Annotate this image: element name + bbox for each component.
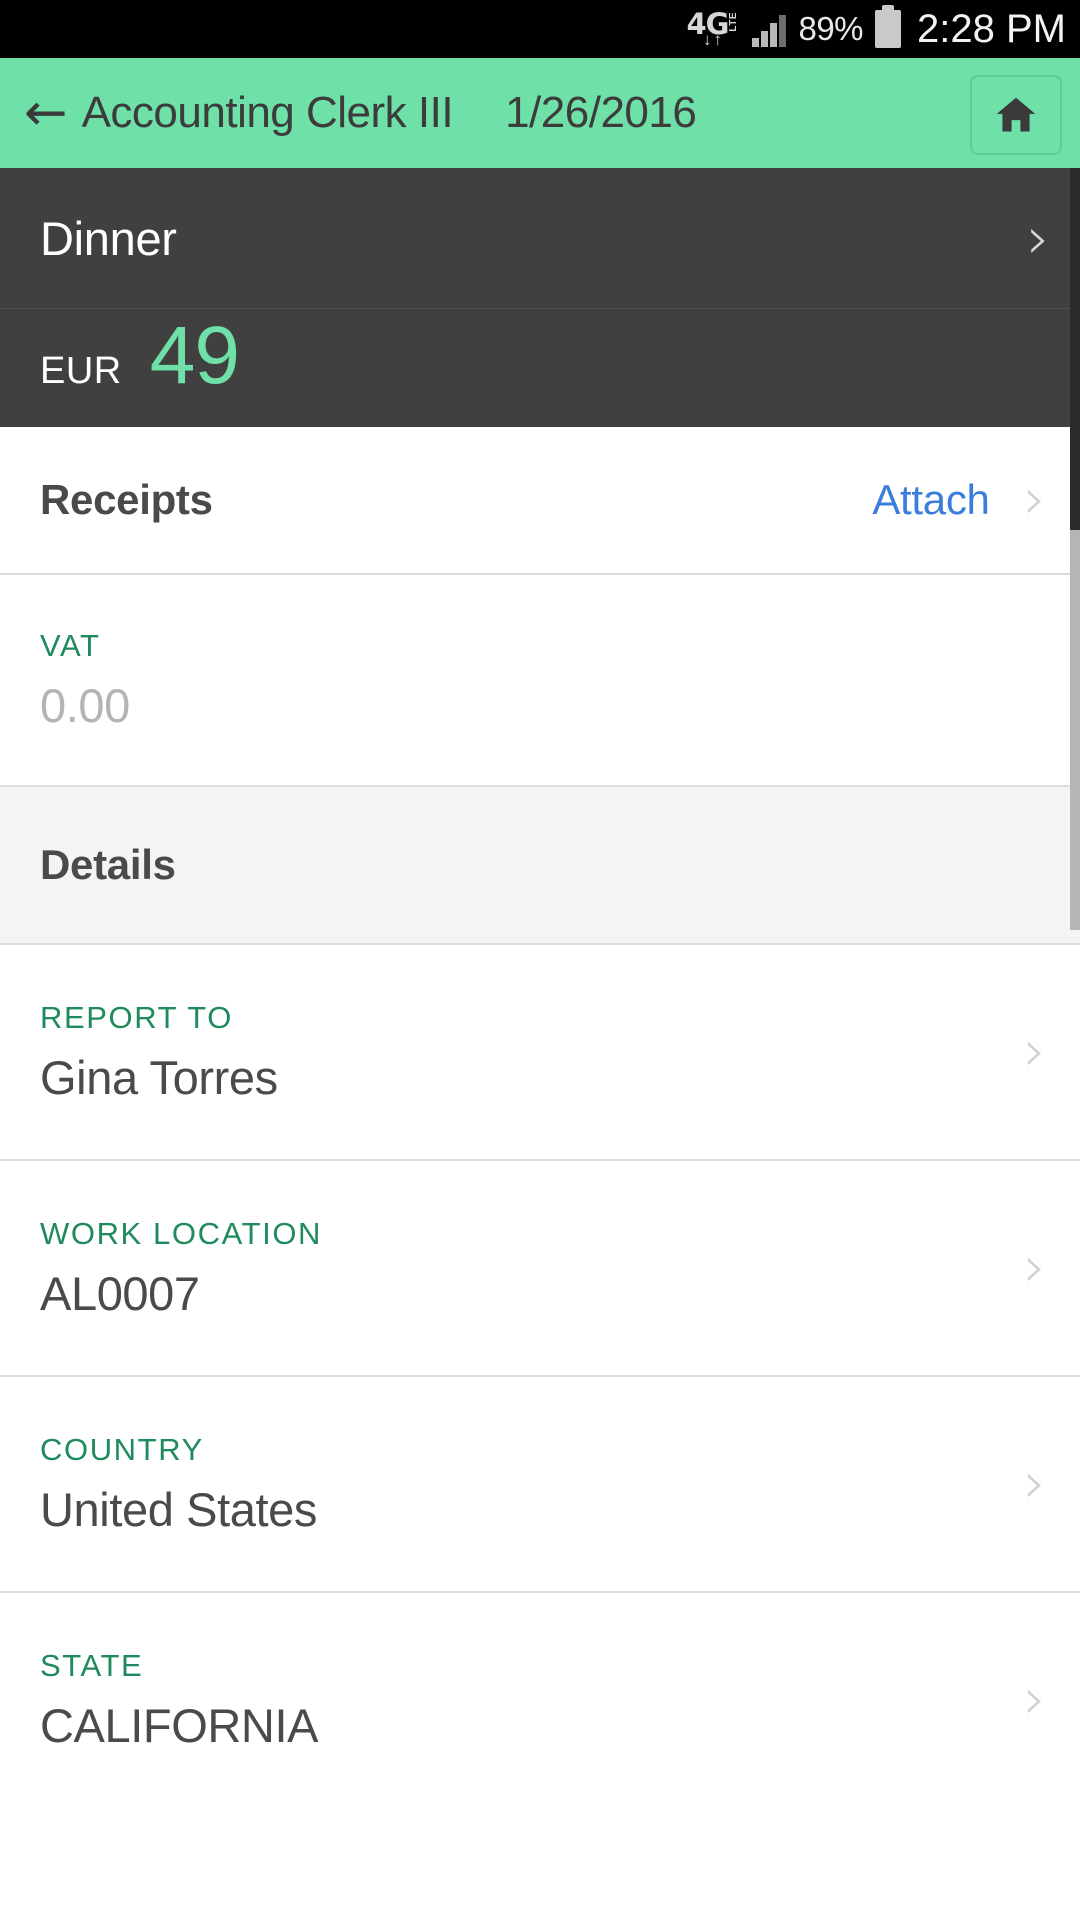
- network-sub-label: LTE: [728, 12, 740, 32]
- vat-label: VAT: [40, 627, 101, 663]
- chevron-right-icon: ›: [1023, 1235, 1046, 1300]
- scrollbar-track[interactable]: [1070, 168, 1080, 1920]
- data-transfer-arrows-icon: ↓ ↑: [702, 30, 722, 49]
- detail-row-work-location[interactable]: WORK LOCATION AL0007 ›: [0, 1161, 1080, 1375]
- status-bar: 4G LTE ↓ ↑ 89% 2:28 PM: [0, 0, 1080, 58]
- field-label: COUNTRY: [40, 1431, 204, 1467]
- field-label: WORK LOCATION: [40, 1215, 323, 1251]
- details-header-label: Details: [40, 841, 176, 888]
- app-bar: ← Accounting Clerk III 1/26/2016: [0, 58, 1080, 168]
- network-indicator: 4G LTE ↓ ↑: [686, 10, 740, 49]
- home-icon: [993, 93, 1039, 137]
- chevron-right-icon: ›: [1023, 1667, 1046, 1732]
- receipts-label: Receipts: [40, 476, 213, 523]
- chevron-right-icon: ›: [1023, 1019, 1046, 1084]
- detail-row-report-to[interactable]: REPORT TO Gina Torres ›: [0, 945, 1080, 1159]
- expense-amount-value: 49: [149, 310, 240, 401]
- receipts-row[interactable]: Receipts Attach ›: [0, 427, 1080, 573]
- currency-code-label: EUR: [40, 350, 122, 392]
- battery-icon: [875, 5, 902, 48]
- field-label: REPORT TO: [40, 999, 233, 1035]
- detail-row-country[interactable]: COUNTRY United States ›: [0, 1377, 1080, 1591]
- expense-summary-panel: Dinner › EUR 49: [0, 168, 1080, 427]
- report-date-label: 1/26/2016: [505, 88, 697, 137]
- scrollbar-thumb[interactable]: [1070, 530, 1080, 930]
- chevron-right-icon: ›: [1023, 1451, 1046, 1516]
- vat-value[interactable]: 0.00: [40, 678, 130, 733]
- field-value: CALIFORNIA: [40, 1698, 319, 1752]
- expense-amount-row[interactable]: EUR 49: [0, 309, 1080, 427]
- attach-receipt-link[interactable]: Attach: [872, 476, 990, 524]
- clock-label: 2:28 PM: [917, 6, 1066, 51]
- home-button[interactable]: [970, 75, 1062, 155]
- battery-percent-label: 89%: [798, 10, 864, 47]
- back-arrow-icon[interactable]: ←: [24, 87, 68, 139]
- expense-category-row[interactable]: Dinner ›: [0, 168, 1080, 308]
- field-value: Gina Torres: [40, 1050, 278, 1104]
- chevron-right-icon: ›: [1026, 204, 1050, 272]
- field-value: AL0007: [40, 1266, 200, 1320]
- expense-category-label: Dinner: [40, 211, 177, 265]
- field-label: STATE: [40, 1647, 144, 1683]
- signal-strength-icon: [752, 11, 787, 47]
- phone-screen: 4G LTE ↓ ↑ 89% 2:28 PM ← Accounting Clerk…: [0, 0, 1080, 1920]
- page-title: Accounting Clerk III: [81, 88, 454, 137]
- detail-row-state[interactable]: STATE CALIFORNIA ›: [0, 1593, 1080, 1807]
- vat-row[interactable]: VAT 0.00: [0, 575, 1080, 785]
- field-value: United States: [40, 1482, 317, 1536]
- chevron-right-icon: ›: [1023, 467, 1046, 532]
- details-section-header: Details: [0, 785, 1080, 945]
